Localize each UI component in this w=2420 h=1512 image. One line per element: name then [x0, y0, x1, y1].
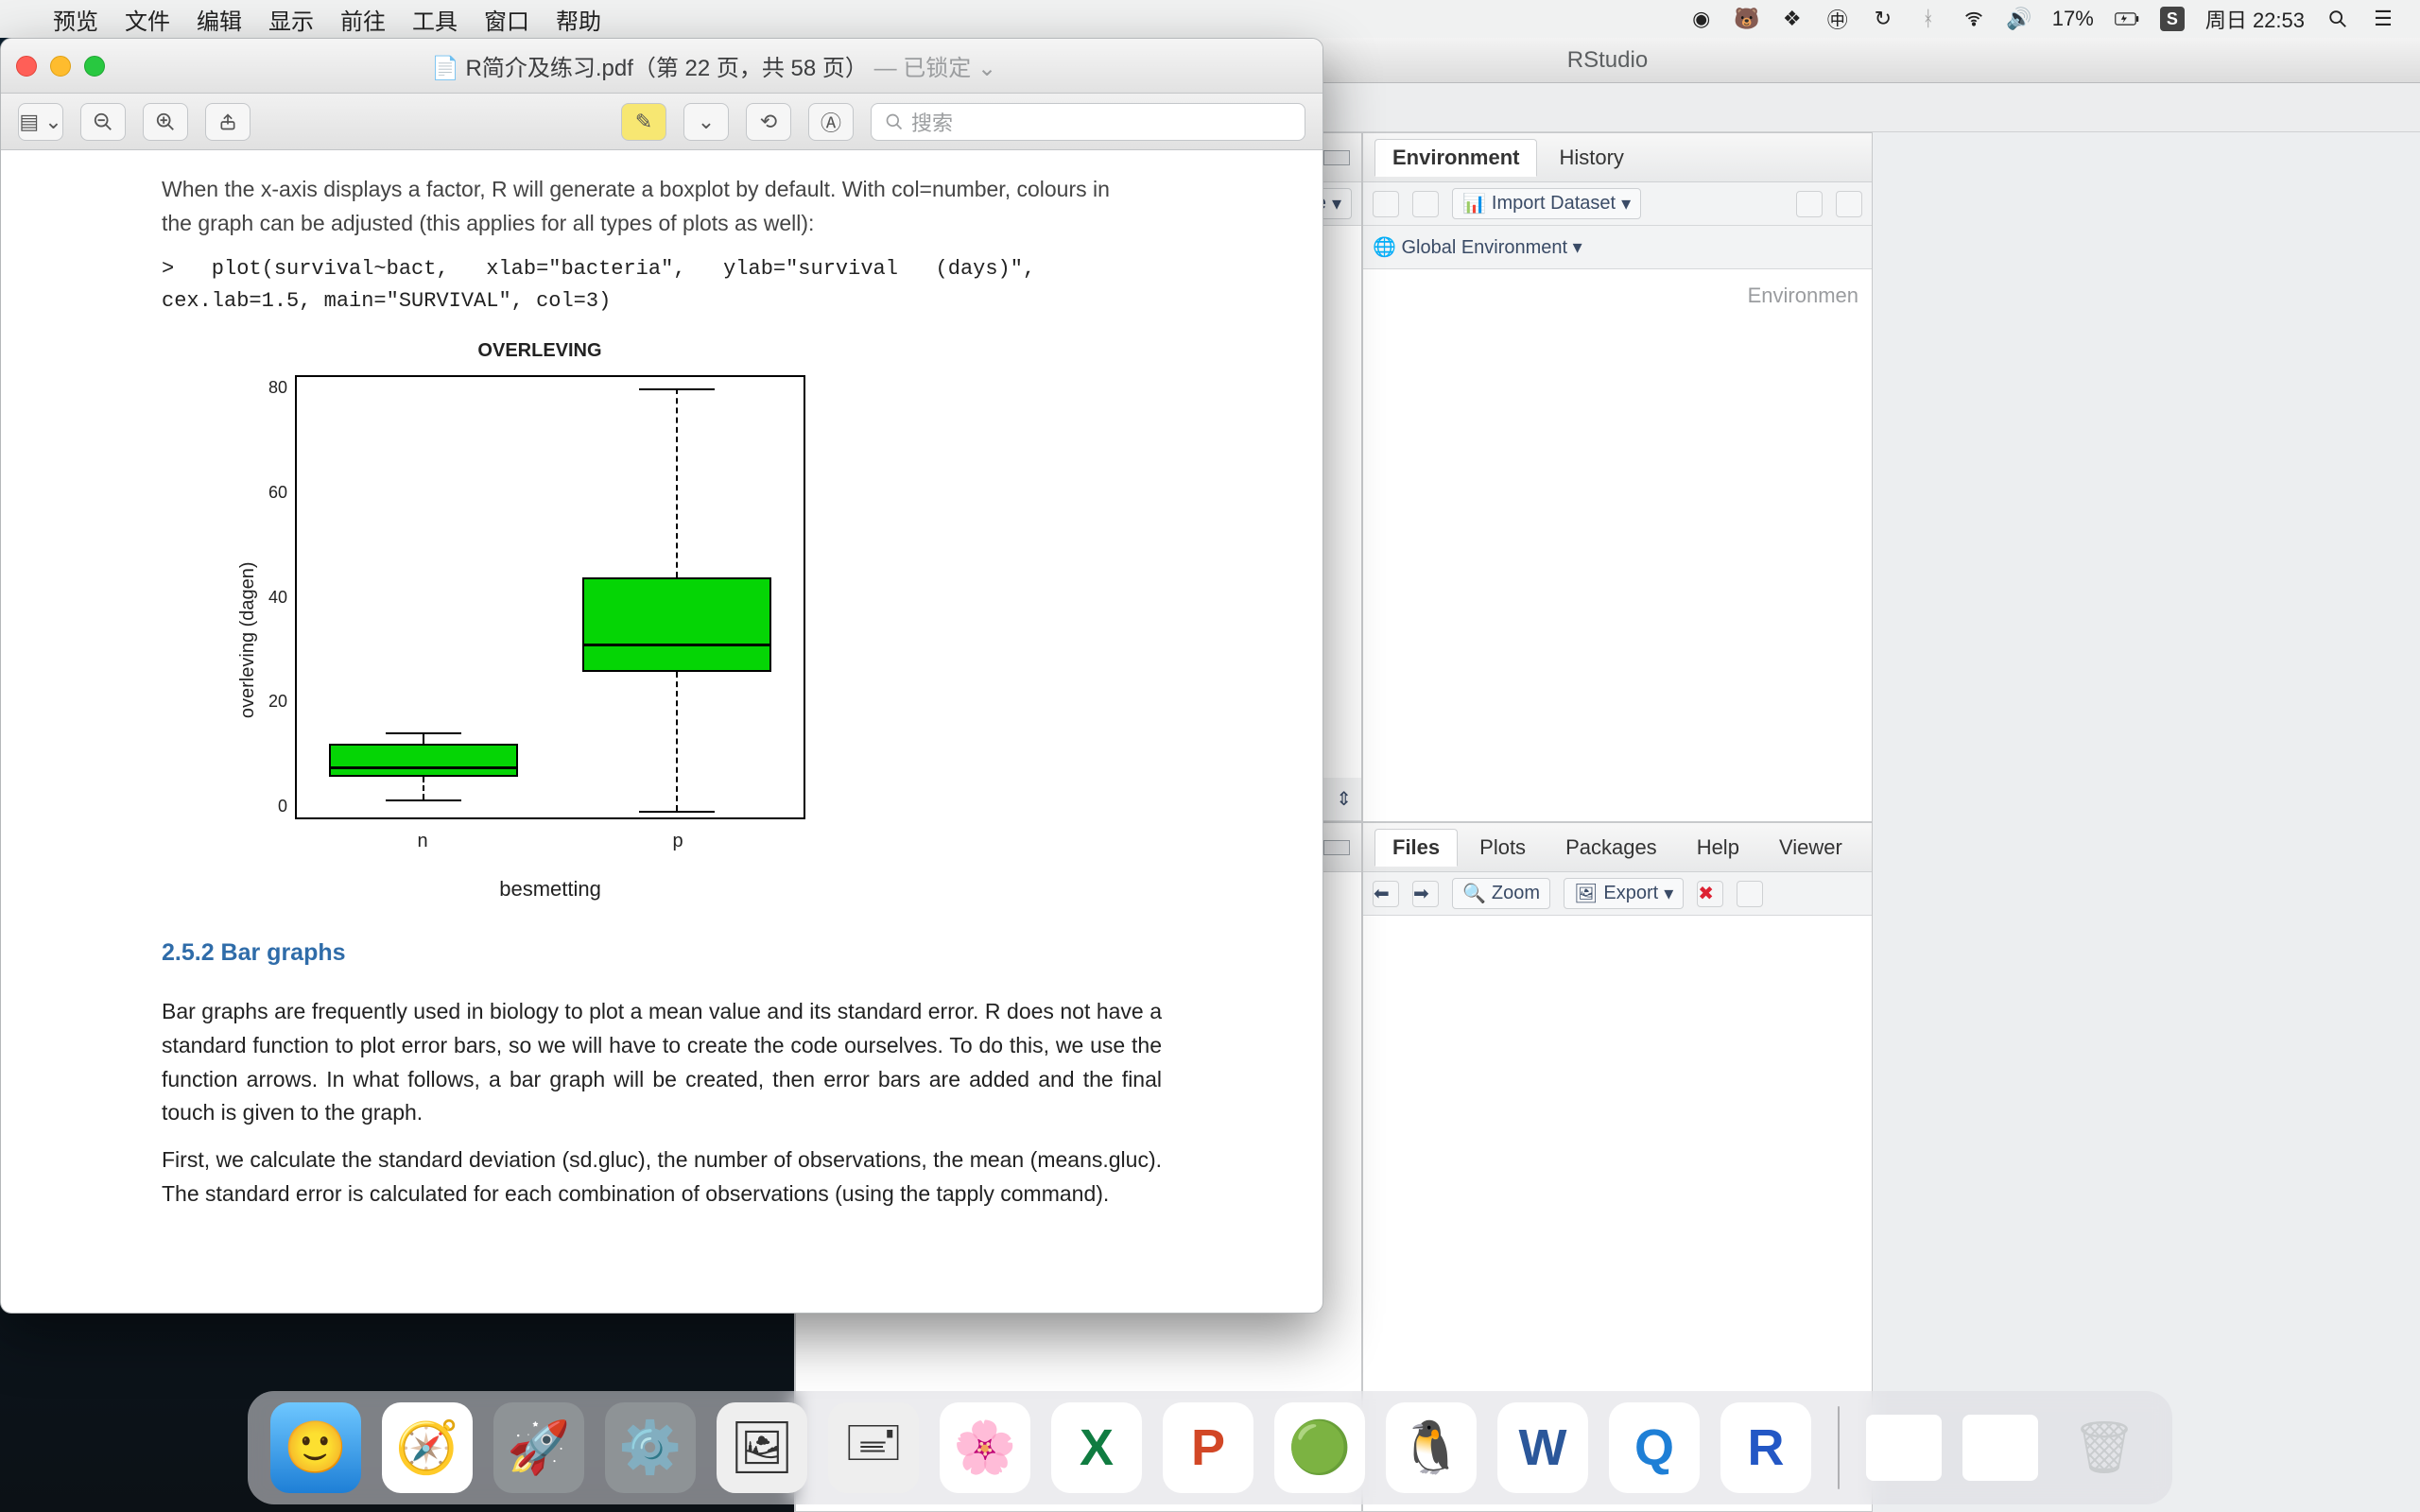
tab-packages[interactable]: Packages: [1547, 829, 1675, 867]
menubar-help[interactable]: 帮助: [556, 3, 601, 36]
tab-history[interactable]: History: [1541, 139, 1641, 177]
boxplot-figure: OVERLEVING overleving (dagen) 806040200 …: [228, 336, 1162, 905]
mac-menubar: 预览 文件 编辑 显示 前往 工具 窗口 帮助 ◉ 🐻 ❖ ㊥ ↻ ᚼ 🔊 17…: [0, 0, 2420, 38]
load-icon[interactable]: [1373, 191, 1399, 217]
plot-xlabel: besmetting: [295, 873, 805, 905]
menubar-clock[interactable]: 周日 22:53: [2205, 4, 2305, 34]
volume-icon[interactable]: 🔊: [2007, 7, 2031, 31]
refresh-icon[interactable]: [1836, 191, 1862, 217]
rec-icon[interactable]: ◉: [1689, 7, 1714, 31]
prev-plot-icon[interactable]: ⬅: [1373, 881, 1399, 907]
remove-plot-icon[interactable]: ✖: [1697, 881, 1723, 907]
plot-xticks: np: [295, 819, 805, 856]
dock-trash[interactable]: 🗑: [2059, 1402, 2150, 1493]
clear-plots-icon[interactable]: [1737, 881, 1763, 907]
dock-photos[interactable]: 🌸: [940, 1402, 1030, 1493]
dock-qq[interactable]: 🐧: [1386, 1402, 1477, 1493]
dock-mail[interactable]: 🖃: [828, 1402, 919, 1493]
dock-minwin-2[interactable]: [1962, 1415, 2038, 1481]
battery-percentage: 17%: [2052, 7, 2094, 31]
markup-button[interactable]: Ⓐ: [808, 103, 854, 141]
battery-icon[interactable]: [2115, 7, 2139, 31]
section-heading: 2.5.2 Bar graphs: [162, 935, 1162, 971]
sidebar-toggle-button[interactable]: ▤ ⌄: [18, 103, 63, 141]
dock-rstudio[interactable]: R: [1720, 1402, 1811, 1493]
tab-help[interactable]: Help: [1679, 829, 1757, 867]
search-field[interactable]: 搜索: [871, 103, 1305, 141]
preview-window: 📄 R简介及练习.pdf（第 22 页，共 58 页） — 已锁定 ⌄ ▤ ⌄ …: [0, 38, 1323, 1314]
dock-chrome[interactable]: 🟢: [1274, 1402, 1365, 1493]
dock-safari[interactable]: 🧭: [382, 1402, 473, 1493]
menubar-app[interactable]: 预览: [53, 3, 98, 36]
menu-icon[interactable]: ☰: [2371, 7, 2395, 31]
ime-icon[interactable]: ㊥: [1825, 7, 1850, 31]
maximize-button[interactable]: [84, 56, 105, 77]
tab-environment[interactable]: Environment: [1374, 139, 1537, 177]
timemachine-icon[interactable]: ↻: [1871, 7, 1895, 31]
dock-preview[interactable]: 🖼: [717, 1402, 807, 1493]
dock-launchpad[interactable]: 🚀: [493, 1402, 584, 1493]
zoom-out-button[interactable]: [80, 103, 126, 141]
menubar-tools[interactable]: 工具: [412, 3, 458, 36]
highlight-button[interactable]: ✎: [621, 103, 666, 141]
tab-files[interactable]: Files: [1374, 829, 1458, 867]
zoom-in-button[interactable]: [143, 103, 188, 141]
pdf-page[interactable]: When the x-axis displays a factor, R wil…: [1, 150, 1322, 1313]
pane-max-icon[interactable]: [1323, 840, 1350, 855]
minimize-button[interactable]: [50, 56, 71, 77]
dock-settings[interactable]: ⚙️: [605, 1402, 696, 1493]
env-empty-label: Environmen: [1363, 269, 1872, 821]
preview-toolbar: ▤ ⌄ ✎ ⌄ ⟲ Ⓐ 搜索: [1, 94, 1322, 150]
wifi-icon[interactable]: [1962, 7, 1986, 31]
share-button[interactable]: [205, 103, 251, 141]
fan-icon[interactable]: ❖: [1780, 7, 1805, 31]
doc-intro-1: When the x-axis displays a factor, R wil…: [162, 173, 1162, 207]
env-scope-selector[interactable]: 🌐 Global Environment ▾: [1373, 235, 1582, 259]
menubar-file[interactable]: 文件: [125, 3, 170, 36]
menubar-go[interactable]: 前往: [340, 3, 386, 36]
dock-excel[interactable]: X: [1051, 1402, 1142, 1493]
zoom-button[interactable]: 🔍 Zoom: [1452, 878, 1550, 909]
menubar-window[interactable]: 窗口: [484, 3, 529, 36]
preview-titlebar[interactable]: 📄 R简介及练习.pdf（第 22 页，共 58 页） — 已锁定 ⌄: [1, 39, 1322, 94]
dock-qbrowser[interactable]: Q: [1609, 1402, 1700, 1493]
window-title: 📄 R简介及练习.pdf（第 22 页，共 58 页） — 已锁定 ⌄: [120, 49, 1307, 82]
next-plot-icon[interactable]: ➡: [1412, 881, 1439, 907]
doc-code-block: > plot(survival~bact, xlab="bacteria", y…: [162, 253, 1162, 318]
plot-area: [295, 375, 805, 819]
dock-minwin-1[interactable]: [1866, 1415, 1942, 1481]
pane-max-icon[interactable]: [1323, 150, 1350, 165]
save-ws-icon[interactable]: [1412, 191, 1439, 217]
bluetooth-icon[interactable]: ᚼ: [1916, 7, 1941, 31]
bear-icon[interactable]: 🐻: [1735, 7, 1759, 31]
plot-yticks: 806040200: [268, 375, 295, 819]
doc-para-1: Bar graphs are frequently used in biolog…: [162, 995, 1162, 1130]
doc-intro-2: the graph can be adjusted (this applies …: [162, 207, 1162, 241]
dock-powerpoint[interactable]: P: [1163, 1402, 1253, 1493]
dock-finder[interactable]: 🙂: [270, 1402, 361, 1493]
export-button[interactable]: 🖼 Export ▾: [1564, 878, 1684, 909]
doc-para-2: First, we calculate the standard deviati…: [162, 1143, 1162, 1211]
menubar-view[interactable]: 显示: [268, 3, 314, 36]
dock-word[interactable]: W: [1497, 1402, 1588, 1493]
plot-title: OVERLEVING: [285, 336, 795, 366]
rstudio-environment-pane: Environment History 📊 Import Dataset ▾ 🌐…: [1362, 132, 1873, 822]
dock-separator: [1838, 1406, 1840, 1489]
search-placeholder: 搜索: [911, 107, 953, 137]
plot-ylabel: overleving (dagen): [228, 375, 268, 905]
dock: 🙂 🧭 🚀 ⚙️ 🖼 🖃 🌸 X P 🟢 🐧 W Q R 🗑: [248, 1391, 2172, 1504]
menubar-edit[interactable]: 编辑: [197, 3, 242, 36]
sogou-icon[interactable]: S: [2160, 7, 2185, 31]
close-button[interactable]: [16, 56, 37, 77]
clear-icon[interactable]: [1796, 191, 1823, 217]
tab-viewer[interactable]: Viewer: [1761, 829, 1860, 867]
spotlight-icon[interactable]: [2325, 7, 2350, 31]
rotate-button[interactable]: ⟲: [746, 103, 791, 141]
import-dataset-button[interactable]: 📊 Import Dataset ▾: [1452, 188, 1641, 219]
highlight-menu[interactable]: ⌄: [683, 103, 729, 141]
tab-plots[interactable]: Plots: [1461, 829, 1544, 867]
